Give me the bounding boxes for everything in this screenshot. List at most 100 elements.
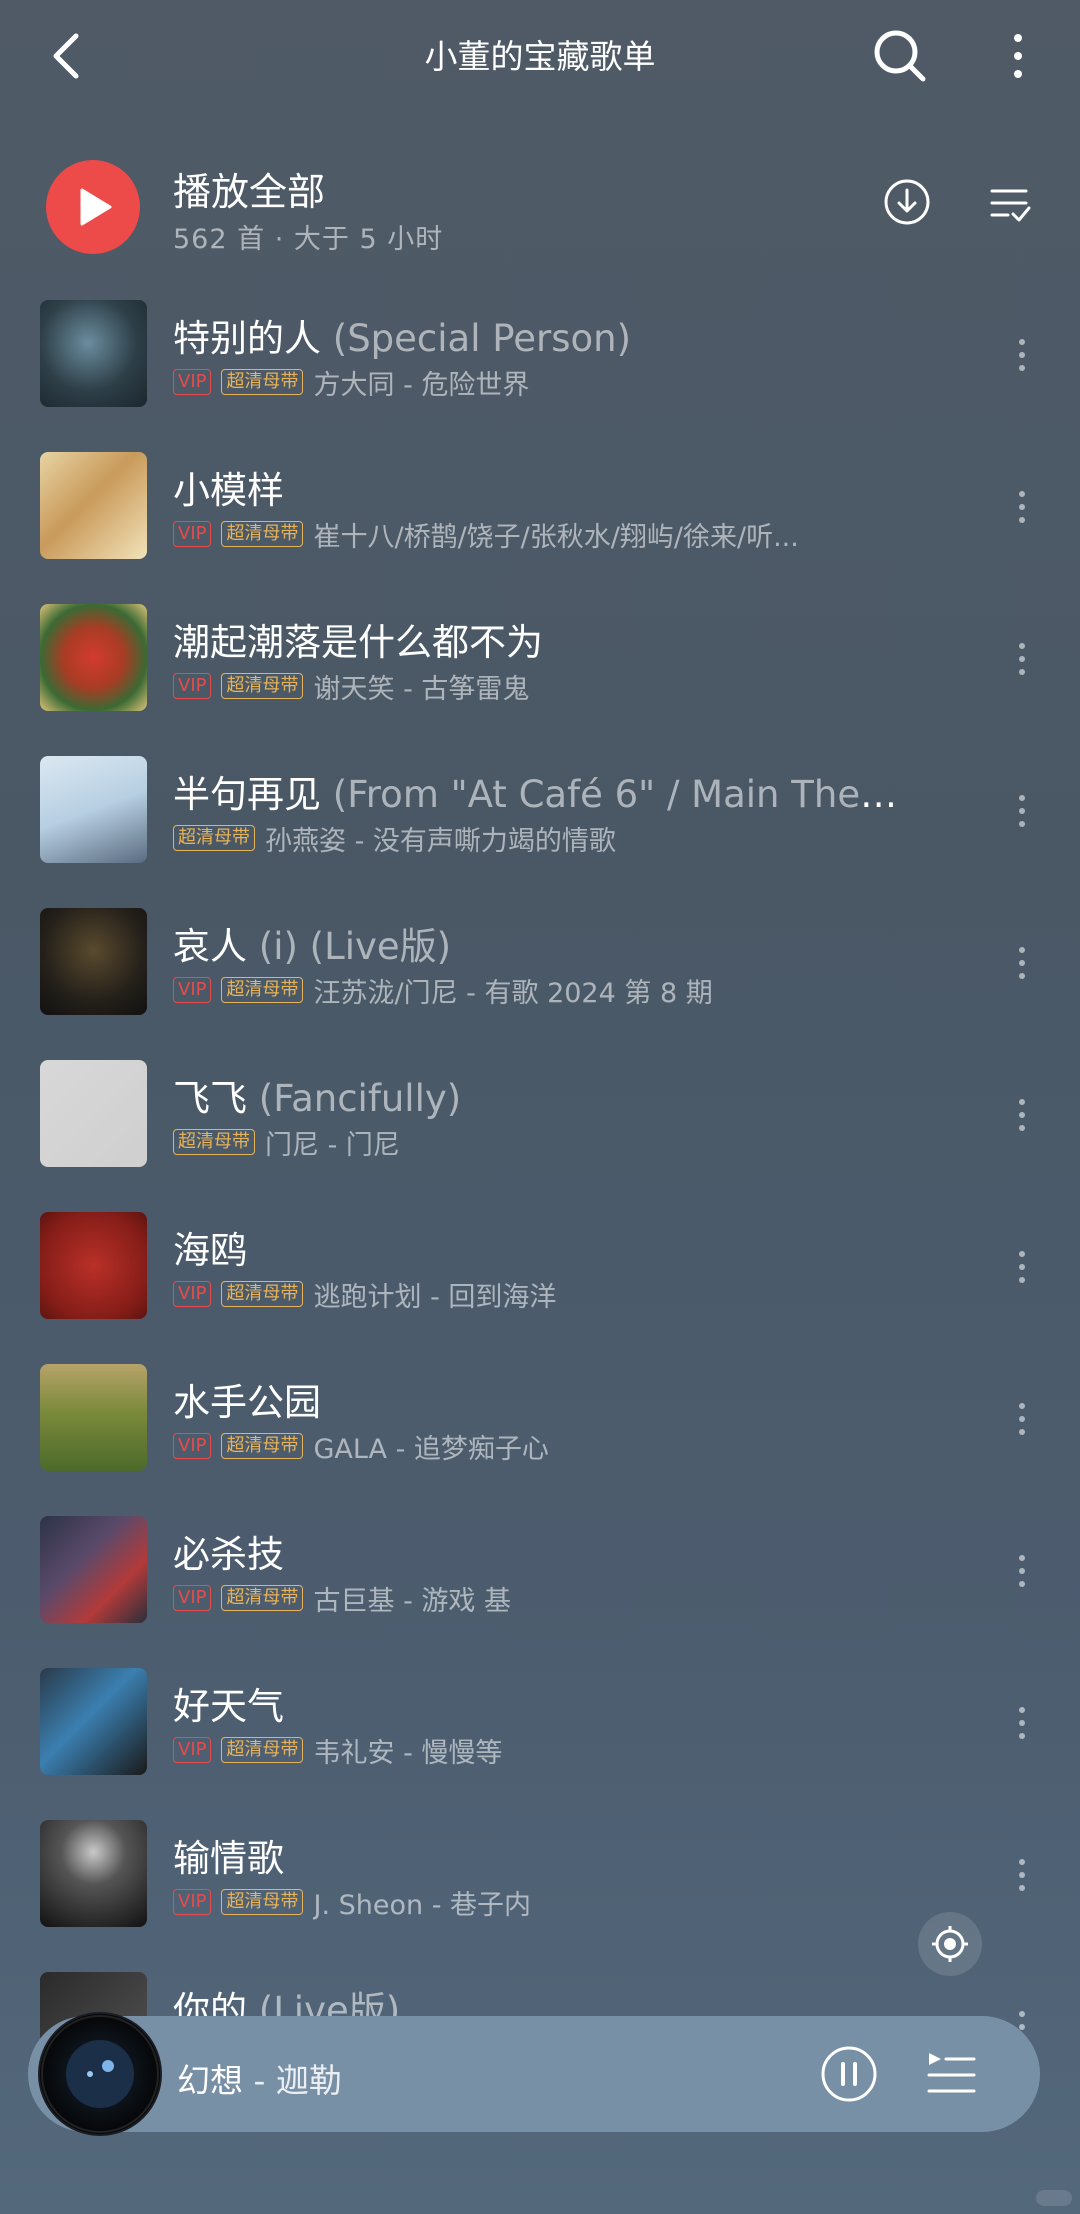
song-title: 海鸥 bbox=[173, 1220, 247, 1274]
song-artist-album: 汪苏泷/门尼 - 有歌 2024 第 8 期 bbox=[313, 977, 713, 1009]
vip-badge: VIP bbox=[173, 369, 212, 395]
song-more-button[interactable] bbox=[1010, 482, 1034, 532]
play-all-button[interactable] bbox=[46, 160, 140, 254]
vertical-dots-icon bbox=[1019, 947, 1025, 979]
vip-badge: VIP bbox=[173, 977, 212, 1003]
song-meta: VIP 超清母带 GALA - 追梦痴子心 bbox=[173, 1430, 549, 1465]
master-quality-badge: 超清母带 bbox=[221, 521, 304, 547]
vertical-dots-icon bbox=[1019, 1403, 1025, 1435]
song-title: 小模样 bbox=[173, 460, 284, 514]
song-title: 水手公园 bbox=[173, 1372, 321, 1426]
song-row[interactable]: 哀人 (i) (Live版) VIP 超清母带 汪苏泷/门尼 - 有歌 2024 第 … bbox=[0, 908, 1080, 1060]
song-meta: VIP 超清母带 逃跑计划 - 回到海洋 bbox=[173, 1278, 556, 1313]
vip-badge: VIP bbox=[173, 1889, 212, 1915]
pause-icon bbox=[821, 2046, 877, 2102]
song-row[interactable]: 海鸥 VIP 超清母带 逃跑计划 - 回到海洋 bbox=[0, 1212, 1080, 1364]
song-artist-album: 孙燕姿 - 没有声嘶力竭的情歌 bbox=[265, 825, 616, 857]
song-title-suffix: (i) (Live版) bbox=[247, 925, 452, 968]
search-button[interactable] bbox=[868, 24, 932, 88]
song-artist-album: 方大同 - 危险世界 bbox=[313, 369, 530, 401]
song-more-button[interactable] bbox=[1010, 634, 1034, 684]
list-check-icon bbox=[990, 189, 1031, 222]
song-row[interactable]: 飞飞 (Fancifully) 超清母带 门尼 - 门尼 bbox=[0, 1060, 1080, 1212]
song-row[interactable]: 潮起潮落是什么都不为 VIP 超清母带 谢天笑 - 古筝雷鬼 bbox=[0, 604, 1080, 756]
song-title-main: 海鸥 bbox=[173, 1229, 247, 1272]
playlist-stats: 562 首 · 大于 5 小时 bbox=[173, 224, 444, 255]
song-more-button[interactable] bbox=[1010, 1090, 1034, 1140]
album-cover bbox=[40, 604, 147, 711]
song-title: 半句再见 (From "At Café 6" / Main Theme... bbox=[173, 764, 933, 818]
song-meta: VIP 超清母带 古巨基 - 游戏 基 bbox=[173, 1582, 511, 1617]
play-icon bbox=[80, 188, 112, 226]
song-artist-album: 韦礼安 - 慢慢等 bbox=[313, 1737, 503, 1769]
vertical-dots-icon bbox=[1019, 1251, 1025, 1283]
song-meta: 超清母带 孙燕姿 - 没有声嘶力竭的情歌 bbox=[173, 822, 616, 857]
song-more-button[interactable] bbox=[1010, 1698, 1034, 1748]
song-row[interactable]: 好天气 VIP 超清母带 韦礼安 - 慢慢等 bbox=[0, 1668, 1080, 1820]
song-title-suffix: (From "At Café 6" / Main Theme... bbox=[321, 773, 933, 816]
song-more-button[interactable] bbox=[1010, 330, 1034, 380]
song-title: 好天气 bbox=[173, 1676, 284, 1730]
now-playing-info[interactable]: 幻想 - 迦勒 bbox=[177, 2054, 342, 2102]
song-more-button[interactable] bbox=[1010, 938, 1034, 988]
album-cover bbox=[40, 452, 147, 559]
album-cover bbox=[40, 300, 147, 407]
play-all-row[interactable]: 播放全部 562 首 · 大于 5 小时 bbox=[0, 155, 1080, 275]
more-options-button[interactable] bbox=[1000, 24, 1036, 88]
now-playing-title: 幻想 bbox=[177, 2061, 243, 2100]
song-title: 特别的人 (Special Person) bbox=[173, 308, 631, 362]
song-more-button[interactable] bbox=[1010, 1546, 1034, 1596]
song-title: 飞飞 (Fancifully) bbox=[173, 1068, 461, 1122]
song-artist-album: J. Sheon - 巷子内 bbox=[313, 1889, 532, 1921]
album-cover bbox=[40, 1668, 147, 1775]
locate-current-song-button[interactable] bbox=[918, 1912, 982, 1976]
master-quality-badge: 超清母带 bbox=[173, 825, 255, 851]
song-meta: VIP 超清母带 J. Sheon - 巷子内 bbox=[173, 1886, 531, 1921]
album-cover bbox=[40, 1060, 147, 1167]
song-more-button[interactable] bbox=[1010, 1242, 1034, 1292]
song-row[interactable]: 特别的人 (Special Person) VIP 超清母带 方大同 - 危险世界 bbox=[0, 300, 1080, 452]
song-more-button[interactable] bbox=[1010, 1394, 1034, 1444]
song-artist-album: 门尼 - 门尼 bbox=[265, 1129, 400, 1161]
song-artist-album: 古巨基 - 游戏 基 bbox=[313, 1585, 511, 1617]
vertical-dots-icon bbox=[1019, 1099, 1025, 1131]
song-title-suffix: (Fancifully) bbox=[247, 1077, 462, 1120]
vertical-dots-icon bbox=[1019, 1555, 1025, 1587]
song-title-main: 哀人 bbox=[173, 925, 247, 968]
song-title-main: 水手公园 bbox=[173, 1381, 321, 1424]
play-queue-button[interactable] bbox=[926, 2048, 978, 2100]
song-row[interactable]: 必杀技 VIP 超清母带 古巨基 - 游戏 基 bbox=[0, 1516, 1080, 1668]
play-all-label: 播放全部 bbox=[173, 170, 326, 214]
vertical-dots-icon bbox=[1019, 1707, 1025, 1739]
vertical-dots-icon bbox=[1019, 795, 1025, 827]
song-row[interactable]: 水手公园 VIP 超清母带 GALA - 追梦痴子心 bbox=[0, 1364, 1080, 1516]
song-row[interactable]: 半句再见 (From "At Café 6" / Main Theme... 超清… bbox=[0, 756, 1080, 908]
song-title-main: 飞飞 bbox=[173, 1077, 247, 1120]
multi-select-button[interactable] bbox=[988, 183, 1032, 227]
song-more-button[interactable] bbox=[1010, 786, 1034, 836]
now-playing-disc[interactable] bbox=[38, 2012, 162, 2136]
song-title-main: 好天气 bbox=[173, 1685, 284, 1728]
now-playing-separator: - bbox=[243, 2061, 276, 2100]
song-title: 潮起潮落是什么都不为 bbox=[173, 612, 543, 666]
pause-button[interactable] bbox=[820, 2045, 878, 2103]
song-more-button[interactable] bbox=[1010, 1850, 1034, 1900]
master-quality-badge: 超清母带 bbox=[221, 1889, 304, 1915]
vertical-dots-icon bbox=[1019, 491, 1025, 523]
album-art-icon bbox=[41, 2015, 159, 2133]
master-quality-badge: 超清母带 bbox=[221, 1281, 304, 1307]
master-quality-badge: 超清母带 bbox=[221, 673, 304, 699]
song-title: 输情歌 bbox=[173, 1828, 284, 1882]
master-quality-badge: 超清母带 bbox=[221, 1433, 304, 1459]
vertical-dots-icon bbox=[1019, 643, 1025, 675]
master-quality-badge: 超清母带 bbox=[221, 1585, 304, 1611]
song-title-main: 半句再见 bbox=[173, 773, 321, 816]
download-button[interactable] bbox=[882, 177, 932, 227]
download-icon bbox=[884, 179, 930, 225]
song-meta: VIP 超清母带 崔十八/桥鹊/饶子/张秋水/翔屿/徐来/听... bbox=[173, 518, 799, 553]
playlist-icon bbox=[927, 2053, 976, 2093]
vip-badge: VIP bbox=[173, 1433, 212, 1459]
top-bar: 小董的宝藏歌单 bbox=[0, 0, 1080, 110]
song-row[interactable]: 小模样 VIP 超清母带 崔十八/桥鹊/饶子/张秋水/翔屿/徐来/听... bbox=[0, 452, 1080, 604]
song-artist-album: 逃跑计划 - 回到海洋 bbox=[313, 1281, 557, 1313]
